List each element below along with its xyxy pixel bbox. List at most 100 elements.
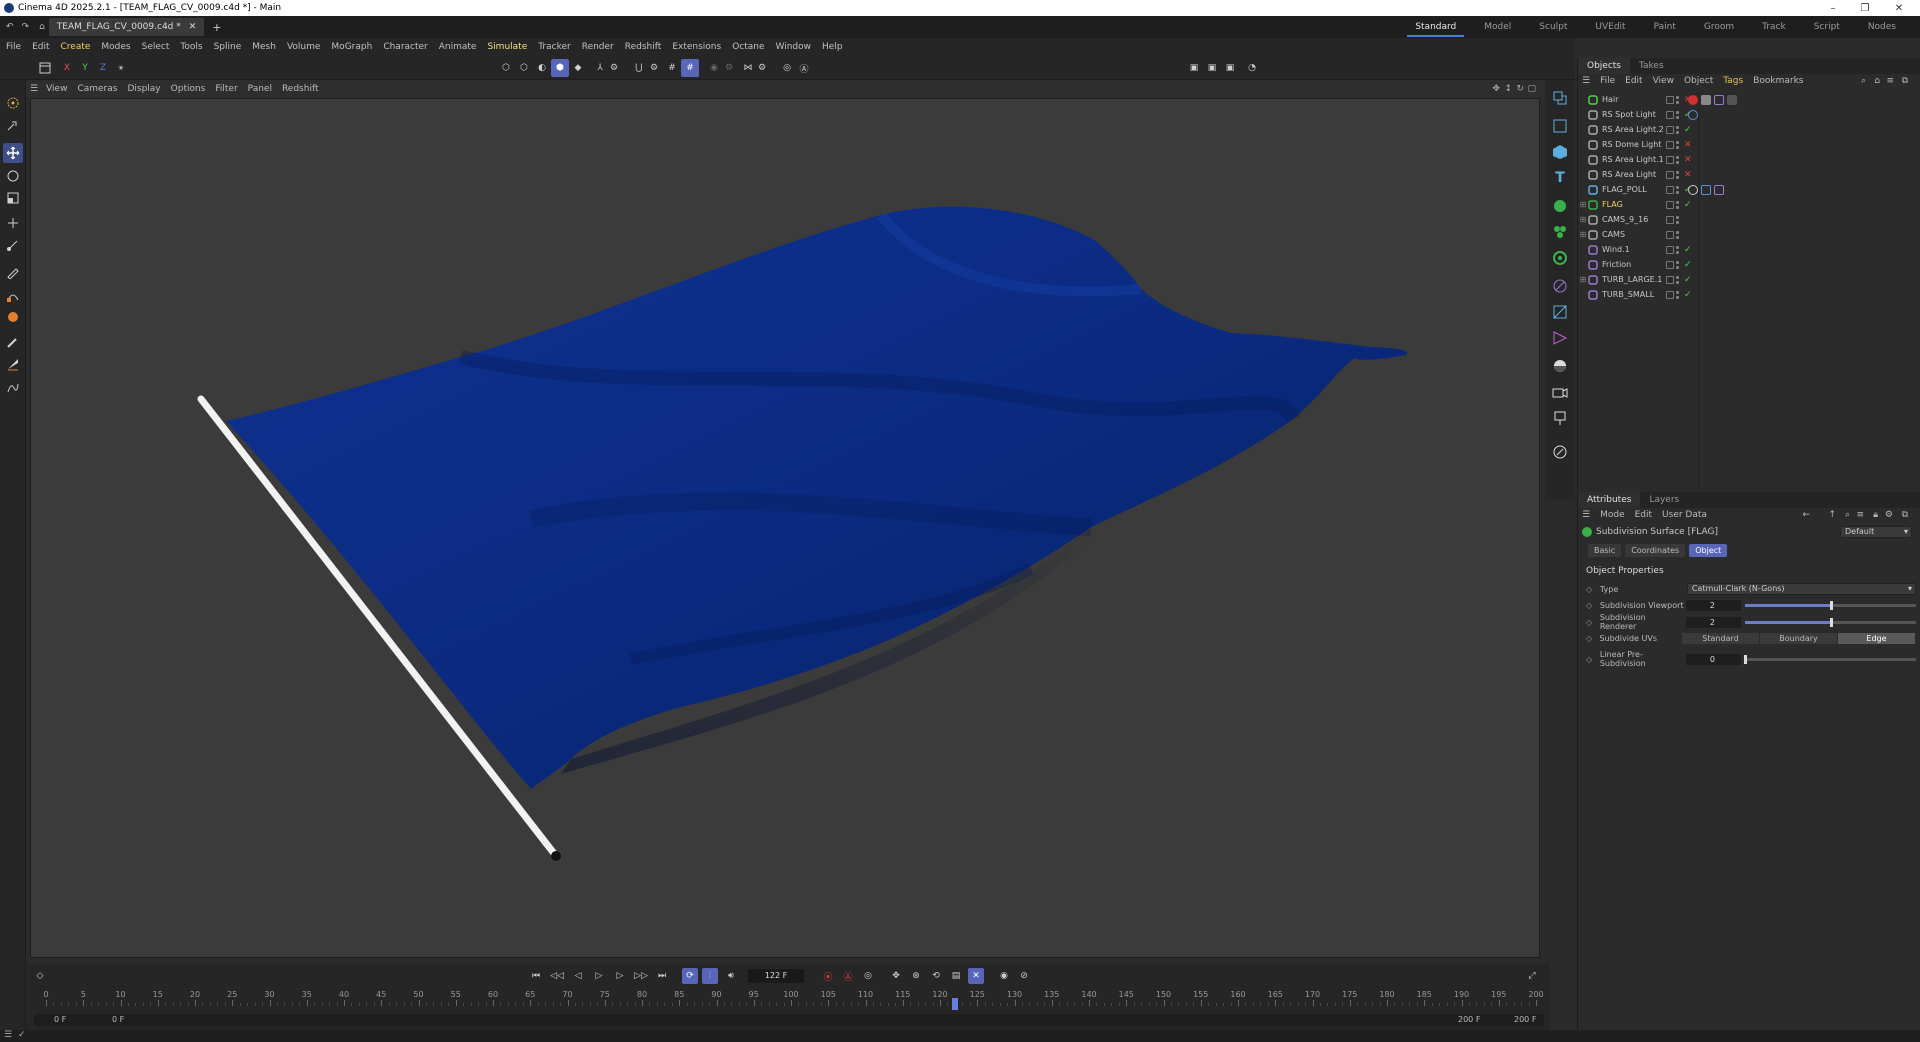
- next-key-button[interactable]: ▷▷: [633, 968, 649, 984]
- disabled-x-icon[interactable]: ✕: [1684, 140, 1692, 150]
- viewport-menu-options[interactable]: Options: [171, 84, 206, 94]
- objects-menu-file[interactable]: File: [1600, 76, 1615, 86]
- expand-toggle[interactable]: ⊞: [1578, 200, 1588, 209]
- points-mode-icon[interactable]: ⬡: [497, 59, 515, 77]
- type-dropdown[interactable]: Catmull-Clark (N-Gons) ▾: [1686, 583, 1916, 595]
- visibility-dots[interactable]: [1676, 260, 1682, 270]
- menu-window[interactable]: Window: [776, 42, 812, 52]
- viewport-rotate-icon[interactable]: ↻: [1516, 84, 1524, 94]
- object-row-flag-poll[interactable]: FLAG_POLL ✓: [1578, 182, 1920, 197]
- layout-standard[interactable]: Standard: [1401, 22, 1470, 37]
- snap-settings-icon[interactable]: ⚙: [645, 59, 663, 77]
- object-row-wind-1[interactable]: Wind.1 ✓: [1578, 242, 1920, 257]
- attributes-menu-edit[interactable]: Edit: [1635, 510, 1652, 520]
- scale-key-button[interactable]: ⊛: [908, 968, 924, 984]
- viewport-menu-icon[interactable]: ☰: [30, 84, 38, 94]
- viewport-menu-cameras[interactable]: Cameras: [77, 84, 117, 94]
- render-settings-icon[interactable]: ▣: [1221, 59, 1239, 77]
- layer-box[interactable]: [1666, 260, 1674, 269]
- timeline-settings-button[interactable]: ⊘: [1016, 968, 1032, 984]
- target-tag-icon[interactable]: [1688, 109, 1698, 120]
- paint-brush-icon[interactable]: [3, 332, 23, 352]
- attributes-lock-icon[interactable]: 🔒︎: [1873, 510, 1878, 520]
- visibility-dots[interactable]: [1676, 110, 1682, 120]
- spline-primitive-icon[interactable]: [1550, 116, 1570, 136]
- attributes-menu-user-data[interactable]: User Data: [1662, 510, 1707, 520]
- enabled-check-icon[interactable]: ✓: [1684, 290, 1692, 300]
- move-tool-icon[interactable]: [3, 143, 23, 163]
- layer-box[interactable]: [1666, 95, 1674, 104]
- viewport-zoom-icon[interactable]: ↕: [1504, 84, 1512, 94]
- objects-search-icon[interactable]: ⌕: [1861, 76, 1866, 86]
- layer-box[interactable]: [1666, 290, 1674, 299]
- go-to-start-button[interactable]: ⏮: [528, 968, 544, 984]
- back-arrow-icon[interactable]: ←: [1802, 510, 1810, 520]
- viewport-menu-filter[interactable]: Filter: [215, 84, 237, 94]
- objects-menu-view[interactable]: View: [1653, 76, 1674, 86]
- layer-box[interactable]: [1666, 245, 1674, 254]
- expand-toggle[interactable]: ⊞: [1578, 215, 1588, 224]
- menu-tools[interactable]: Tools: [180, 42, 202, 52]
- menu-select[interactable]: Select: [142, 42, 170, 52]
- sub-viewport-field[interactable]: 2: [1685, 599, 1742, 611]
- polygons-mode-icon[interactable]: ◐: [533, 59, 551, 77]
- attributes-tab-attributes[interactable]: Attributes: [1578, 492, 1641, 508]
- object-row-hair[interactable]: Hair✕: [1578, 92, 1920, 107]
- animate-diamond-icon[interactable]: ◇: [1586, 585, 1594, 594]
- layout-model[interactable]: Model: [1470, 22, 1525, 32]
- animate-diamond-icon[interactable]: ◇: [1586, 634, 1593, 643]
- undo-stack-icon[interactable]: [36, 59, 54, 77]
- object-row-turb-small[interactable]: TURB_SMALL ✓: [1578, 287, 1920, 302]
- timeline-playhead[interactable]: [951, 998, 958, 1010]
- text-icon[interactable]: T: [1550, 168, 1570, 188]
- menu-octane[interactable]: Octane: [732, 42, 764, 52]
- object-row-rs-area-light[interactable]: RS Area Light ✕: [1578, 167, 1920, 182]
- render-picture-viewer-icon[interactable]: ▣: [1203, 59, 1221, 77]
- up-arrow-icon[interactable]: ↑: [1828, 510, 1836, 520]
- uvs-option-standard[interactable]: Standard: [1682, 632, 1760, 644]
- enabled-check-icon[interactable]: ✓: [1684, 275, 1692, 285]
- timeline-expand-icon[interactable]: ⤢: [1524, 968, 1540, 984]
- menu-volume[interactable]: Volume: [287, 42, 320, 52]
- disabled-x-icon[interactable]: ✕: [1684, 155, 1692, 165]
- phong-tag-icon[interactable]: [1701, 184, 1711, 195]
- layer-box[interactable]: [1666, 215, 1674, 224]
- cube-icon[interactable]: [1550, 142, 1570, 162]
- visibility-dots[interactable]: [1676, 170, 1682, 180]
- enabled-check-icon[interactable]: ✓: [1684, 125, 1692, 135]
- visibility-dots[interactable]: [1676, 95, 1682, 105]
- viewport-maximize-icon[interactable]: ▢: [1527, 84, 1536, 94]
- layer-box[interactable]: [1666, 125, 1674, 134]
- viewport-menu-view[interactable]: View: [46, 84, 67, 94]
- sound-icon[interactable]: 🔊︎: [723, 968, 739, 984]
- render-view-icon[interactable]: ▣: [1185, 59, 1203, 77]
- layout-nodes[interactable]: Nodes: [1854, 22, 1910, 32]
- enabled-check-icon[interactable]: ✓: [1684, 260, 1692, 270]
- object-name[interactable]: RS Area Light.2: [1602, 125, 1672, 134]
- sub-renderer-slider[interactable]: [1745, 617, 1916, 627]
- coordinate-system-icon[interactable]: ⚹: [112, 59, 130, 77]
- effector-icon[interactable]: [1550, 248, 1570, 268]
- layout-uvedit[interactable]: UVEdit: [1581, 22, 1639, 32]
- object-row-cams[interactable]: ⊞ CAMS: [1578, 227, 1920, 242]
- redshift-icon[interactable]: ◔: [1243, 59, 1261, 77]
- objects-new-panel-icon[interactable]: ⧉: [1902, 76, 1908, 86]
- field-icon[interactable]: [1550, 276, 1570, 296]
- objects-tab-takes[interactable]: Takes: [1630, 58, 1673, 74]
- menu-mesh[interactable]: Mesh: [252, 42, 276, 52]
- redshift-object-icon[interactable]: [1550, 442, 1570, 462]
- layout-script[interactable]: Script: [1800, 22, 1854, 32]
- keyframe-selection-button[interactable]: ◎: [860, 968, 876, 984]
- layout-track[interactable]: Track: [1748, 22, 1800, 32]
- z-axis-toggle[interactable]: Z: [94, 59, 112, 77]
- pen-tool-icon[interactable]: [3, 262, 23, 282]
- object-name[interactable]: FLAG_POLL: [1602, 185, 1672, 194]
- visibility-dots[interactable]: [1676, 290, 1682, 300]
- hair-tool-icon[interactable]: [3, 377, 23, 397]
- object-row-turb-large-1[interactable]: ⊞ TURB_LARGE.1 ✓: [1578, 272, 1920, 287]
- expand-toggle[interactable]: ⊞: [1578, 230, 1588, 239]
- layer-box[interactable]: [1666, 170, 1674, 179]
- transform-tool-icon[interactable]: [3, 213, 23, 233]
- menu-mograph[interactable]: MoGraph: [331, 42, 372, 52]
- symmetry-settings-icon[interactable]: ⚙: [753, 59, 771, 77]
